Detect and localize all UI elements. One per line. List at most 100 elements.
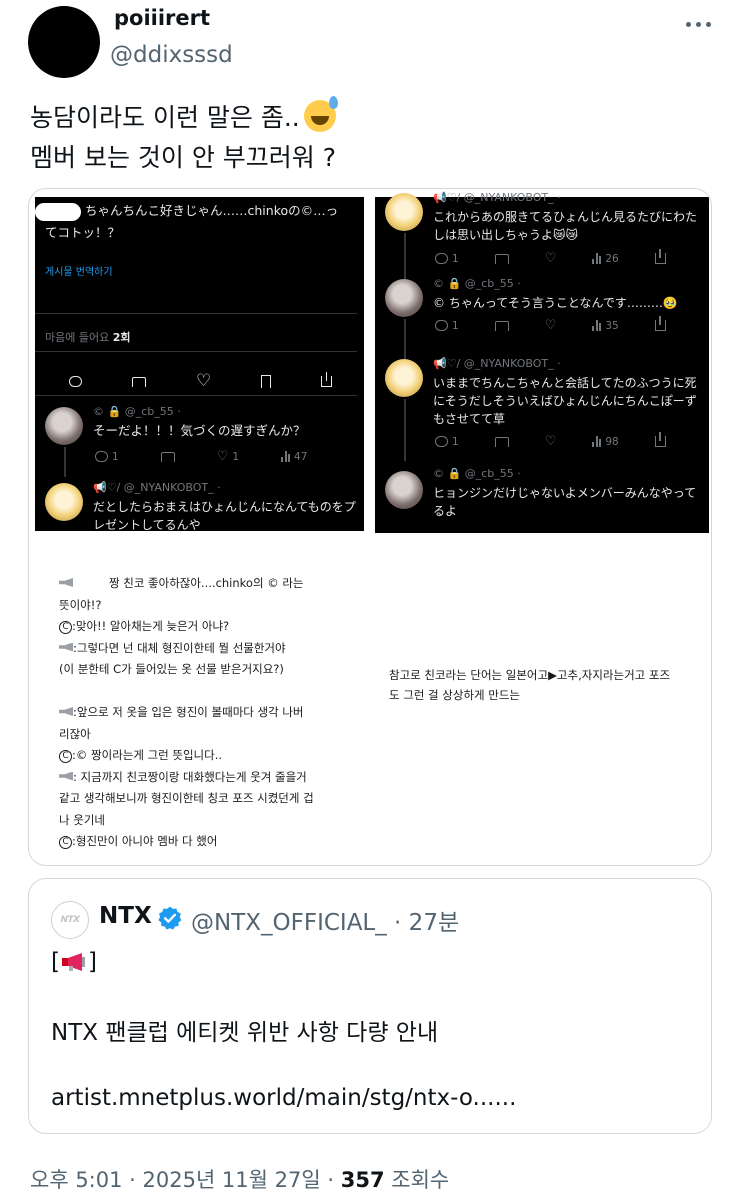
reply-icon [95,451,108,462]
reply-text: いままでちんこちゃんと会話してたのふつうに死 [433,376,697,390]
copyright-icon: C [59,621,72,634]
reply-handle: 📢♡/ @_NYANKOBOT_ · [93,481,221,494]
author-handle[interactable]: @ddixsssd [110,42,233,68]
dot-icon [695,21,701,27]
view-count: 35 [605,319,619,332]
reply-stats: 1 ♡ 1 47 [95,450,307,463]
sweat-smile-emoji-icon [303,96,338,132]
megaphone-icon [59,578,73,587]
like-icon: ♡ [544,318,557,333]
reply-count: 1 [452,252,459,265]
copyright-icon: C [59,836,72,849]
quoted-avatar: NTX [51,901,89,939]
quoted-link[interactable]: artist.mnetplus.world/main/stg/ntx-o....… [51,1085,516,1111]
tweet-meta: 오후 5:01 · 2025년 11월 27일 · 357 조회수 [30,1164,449,1194]
quoted-handle-time: @NTX_OFFICIAL_ · 27분 [191,910,460,936]
views-icon [592,436,602,447]
copyright-icon: C [59,750,72,763]
reply-icon [435,320,448,331]
divider [35,395,357,396]
reply-avatar [385,279,423,317]
reply-handle: © 🔒 @_cb_55 · [433,277,521,290]
translation-line: :© 짱이라는게 그런 뜻입니다.. [72,748,223,762]
views-icon [592,253,602,264]
bracket-close: ] [87,949,97,975]
reply-text: にそうだしそういえばひょんじんにちんこぽーず [433,394,697,408]
quoted-display-name: NTX [99,903,152,929]
quoted-text: NTX 팬클럽 에티켓 위반 사항 다량 안내 [51,1020,439,1046]
translate-link: 게시물 번역하기 [45,267,113,278]
translation-line: (이 분한테 C가 들어있는 옷 선물 받은거지요?) [59,662,284,676]
reply-text: るよ [433,504,458,518]
more-options-button[interactable] [680,14,716,34]
megaphone-icon [59,707,73,716]
reply-handle: 📢♡/ @_NYANKOBOT_ · [433,357,561,370]
retweet-icon [160,451,175,462]
note-line: 도 그런 걸 상상하게 만드는 [389,688,521,702]
reply-avatar [385,193,423,231]
reply-avatar [385,359,423,397]
dot-icon [705,21,711,27]
reply-avatar [45,483,83,521]
quoted-tweet[interactable]: NTX NTX @NTX_OFFICIAL_ · 27분 [ ] NTX 팬클럽… [28,878,712,1134]
media-image[interactable]: ちゃんちんこ好きじゃん……chinkoの©…っ てコトッ！？ 게시물 번역하기 … [28,188,712,866]
retweet-icon [494,320,509,331]
quoted-avatar-logo: NTX [60,915,80,925]
translation-line: 뜻이야!? [59,597,102,612]
like-icon: ♡ [196,371,212,391]
reply-text: もさせてて草 [433,412,506,426]
translation-note: 참고로 친코라는 단어는 일본어고▶고추,자지라는거고 포즈 도 그런 걸 상상… [389,665,670,705]
reply-handle: © 🔒 @_cb_55 · [433,467,521,480]
share-icon [654,249,666,264]
like-icon: ♡ [544,251,557,266]
megaphone-icon [59,771,73,781]
thread-line [404,233,406,279]
redaction-scribble [35,203,81,221]
embedded-screenshot-right: 📢♡/ @_NYANKOBOT_ · これからあの服きてるひょんじん見るたびにわ… [375,191,709,533]
reply-handle: © 🔒 @_cb_55 · [93,405,181,418]
translation-text: 짱 친코 좋아하잖아....chinko의 © 라는 뜻이야!? C:맞아!! … [59,573,314,853]
share-icon [321,372,333,387]
bookmark-icon [261,375,272,388]
quoted-tag: [ ] [51,949,97,975]
dot-icon [685,21,691,27]
like-icon: ♡ [216,449,229,464]
translation-line: 나 웃기네 [59,812,105,827]
likes-count: 2회 [112,331,131,344]
author-avatar[interactable] [28,6,100,78]
retweet-icon [494,253,509,264]
timestamp[interactable]: 오후 5:01 · 2025년 11월 27일 · [30,1168,341,1192]
reply-count: 1 [452,435,459,448]
thread-line [64,447,66,477]
retweet-icon [494,436,509,447]
like-icon: ♡ [544,434,557,449]
translation-line: : 지금까지 친코짱이랑 대화했다는게 웃겨 줄을거 [73,769,307,784]
author-display-name[interactable]: poiiirert [114,6,210,30]
left-top-text-1: ちゃんちんこ好きじゃん……chinkoの©…っ [85,203,339,218]
tweet-text: 농담이라도 이런 말은 좀.. 멤버 보는 것이 안 부끄러워 ? [30,96,338,178]
translation-line: :앞으로 저 옷을 입은 형진이 볼때마다 생각 나버 [73,705,304,719]
translation-line: :형진만이 아니야 멤바 다 했어 [72,834,218,848]
reply-text: © ちゃんってそう言うことなんです………🥹 [433,296,678,310]
translation-line: :그렇다면 넌 대체 형진이한테 뭘 선물한거야 [73,640,286,655]
reply-icon [435,436,448,447]
bracket-open: [ [51,949,60,975]
share-icon [654,316,666,331]
tweet-line-2: 멤버 보는 것이 안 부끄러워 ? [30,143,337,172]
thread-line [404,399,406,461]
reply-stats: 1 ♡ 98 [435,432,666,449]
reply-icon [435,253,448,264]
retweet-icon [132,376,146,387]
reply-text: だとしたらおまえはひょんじんになんてものをプ [93,500,356,514]
like-count: 1 [232,450,240,463]
translation-line: 짱 친코 좋아하잖아....chinko의 © 라는 [109,576,304,590]
embedded-screenshot-left: ちゃんちんこ好きじゃん……chinkoの©…っ てコトッ！？ 게시물 번역하기 … [35,197,364,532]
thread-line [404,319,406,359]
action-bar: ♡ [69,371,333,391]
translation-line: 리잖아 [59,726,91,741]
translation-line: :맞아!! 알아채는게 늦은거 아냐? [72,619,230,633]
views-icon [592,320,602,331]
megaphone-icon [59,642,73,652]
left-top-text-2: てコトッ！？ [45,225,121,240]
reply-stats: 1 ♡ 35 [435,316,666,333]
